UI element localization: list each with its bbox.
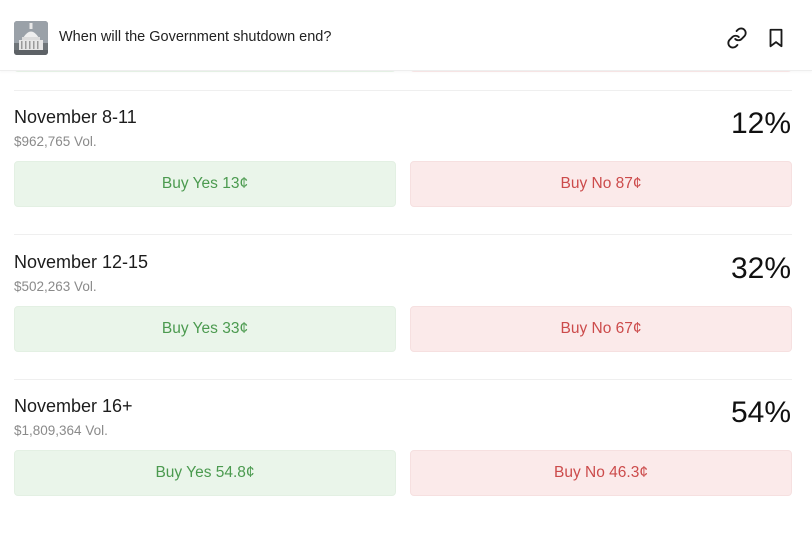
buy-no-button[interactable]: Buy No 87¢ — [410, 161, 792, 207]
outcome-probability: 12% — [730, 107, 791, 140]
divider — [14, 379, 792, 380]
buy-yes-button[interactable]: Buy Yes 54.8¢ — [14, 450, 396, 496]
buy-no-button[interactable]: Buy No 46.3¢ — [410, 450, 792, 496]
bookmark-icon[interactable] — [765, 27, 787, 49]
link-icon[interactable] — [726, 27, 748, 49]
buy-yes-button[interactable]: Buy Yes 13¢ — [14, 161, 396, 207]
outcome-row: November 12-15 $502,263 Vol. 32% Buy Yes… — [0, 252, 812, 397]
outcome-name: November 16+ — [14, 396, 133, 416]
buy-no-button[interactable]: Buy No 67¢ — [410, 306, 792, 352]
outcome-volume: $1,809,364 Vol. — [14, 423, 108, 438]
outcome-volume: $502,263 Vol. — [14, 279, 97, 294]
market-header: When will the Government shutdown end? — [0, 0, 812, 71]
buy-yes-button[interactable]: Buy Yes 33¢ — [14, 306, 396, 352]
outcome-row: November 16+ $1,809,364 Vol. 54% Buy Yes… — [0, 396, 812, 541]
market-title: When will the Government shutdown end? — [59, 29, 332, 45]
divider — [14, 234, 792, 235]
outcome-volume: $962,765 Vol. — [14, 134, 97, 149]
outcome-row: November 8-11 $962,765 Vol. 12% Buy Yes … — [0, 107, 812, 252]
outcome-probability: 54% — [730, 396, 791, 429]
capitol-building-icon — [14, 21, 48, 55]
divider — [14, 90, 792, 91]
outcome-name: November 12-15 — [14, 252, 149, 272]
outcome-name: November 8-11 — [14, 107, 137, 127]
outcome-probability: 32% — [730, 252, 791, 285]
